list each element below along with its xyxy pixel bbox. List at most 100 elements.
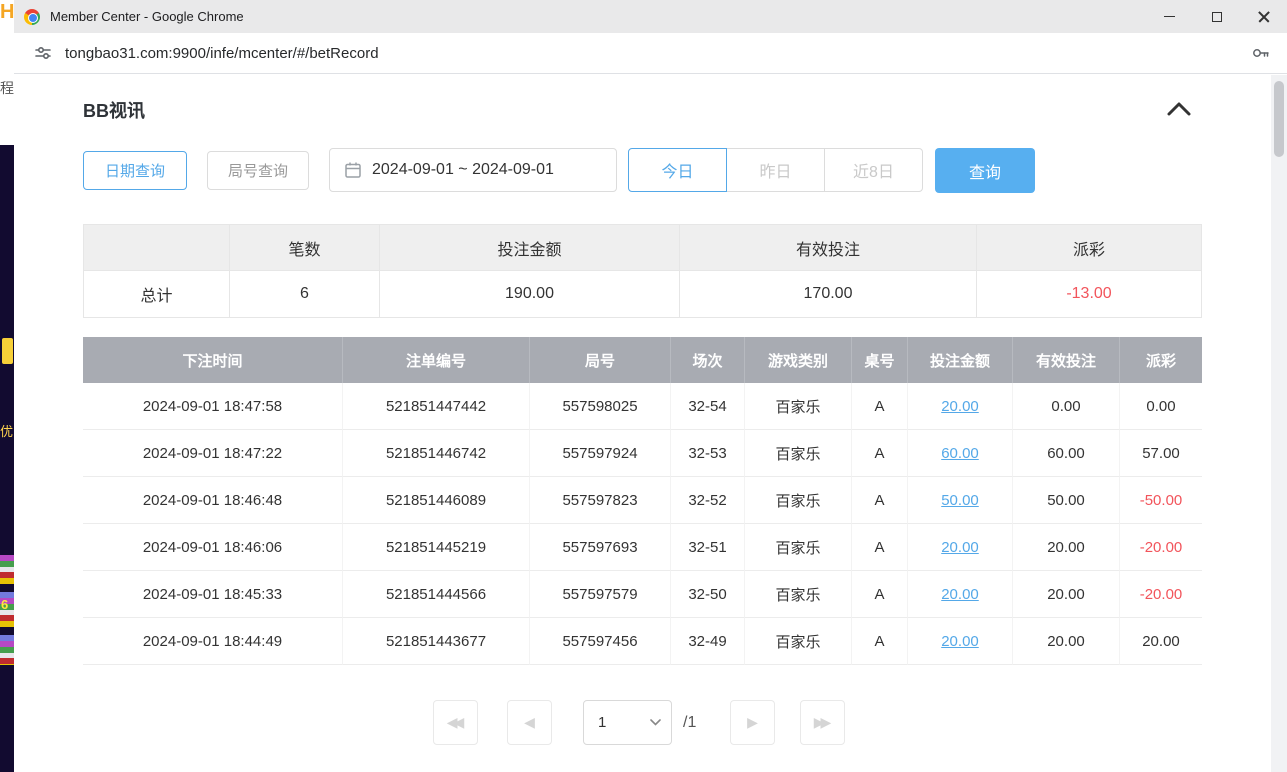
cell-bet-id: 521851443677: [343, 618, 530, 665]
cell-payout: -20.00: [1120, 524, 1202, 571]
date-range-input[interactable]: 2024-09-01 ~ 2024-09-01: [329, 148, 617, 192]
cell-game: 百家乐: [745, 430, 852, 477]
cell-session: 32-51: [671, 524, 745, 571]
cell-time: 2024-09-01 18:47:22: [83, 430, 343, 477]
cell-valid: 20.00: [1013, 571, 1120, 618]
summary-total-row: 总计 6 190.00 170.00 -13.00: [83, 271, 1202, 318]
round-query-tab[interactable]: 局号查询: [207, 151, 309, 190]
cell-valid: 0.00: [1013, 383, 1120, 430]
col-bet-time: 下注时间: [83, 337, 343, 383]
col-valid-bet: 有效投注: [1013, 337, 1120, 383]
summary-header-payout: 派彩: [977, 224, 1202, 271]
cell-session: 32-53: [671, 430, 745, 477]
background-text-fragment: 优: [0, 421, 13, 440]
cell-table: A: [852, 430, 908, 477]
summary-valid-value: 170.00: [680, 271, 977, 318]
summary-payout-value: -13.00: [977, 271, 1202, 318]
chrome-icon: [24, 9, 40, 25]
bet-records-table: 下注时间 注单编号 局号 场次 游戏类别 桌号 投注金额 有效投注 派彩 202…: [83, 337, 1202, 665]
cell-valid: 20.00: [1013, 524, 1120, 571]
bet-amount-link[interactable]: 20.00: [941, 539, 979, 556]
summary-total-label: 总计: [83, 271, 230, 318]
collapse-chevron-up-icon[interactable]: [1166, 101, 1192, 122]
cell-time: 2024-09-01 18:46:48: [83, 477, 343, 524]
cell-game: 百家乐: [745, 618, 852, 665]
cell-bet-id: 521851444566: [343, 571, 530, 618]
cell-round: 557597456: [530, 618, 671, 665]
col-session: 场次: [671, 337, 745, 383]
page-total-label: /1: [683, 700, 696, 745]
password-key-icon[interactable]: [1251, 43, 1271, 63]
cell-payout: -50.00: [1120, 477, 1202, 524]
cell-payout: 20.00: [1120, 618, 1202, 665]
close-button[interactable]: [1240, 0, 1287, 33]
col-round: 局号: [530, 337, 671, 383]
page-select[interactable]: 1: [583, 700, 672, 745]
summary-table: 笔数 投注金额 有效投注 派彩 总计 6 190.00 170.00 -13.0…: [83, 224, 1202, 318]
cell-table: A: [852, 477, 908, 524]
maximize-button[interactable]: [1193, 0, 1240, 33]
cell-round: 557598025: [530, 383, 671, 430]
calendar-icon: [344, 161, 362, 179]
panel-title: BB视讯: [83, 97, 145, 123]
background-text-fragment: H: [0, 1, 14, 24]
cell-table: A: [852, 618, 908, 665]
url-text[interactable]: tongbao31.com:9900/infe/mcenter/#/betRec…: [65, 45, 379, 62]
cell-session: 32-49: [671, 618, 745, 665]
cell-table: A: [852, 524, 908, 571]
next-page-button[interactable]: ▶: [730, 700, 775, 745]
cell-valid: 50.00: [1013, 477, 1120, 524]
cell-time: 2024-09-01 18:45:33: [83, 571, 343, 618]
scrollbar-thumb[interactable]: [1274, 81, 1284, 157]
table-row: 2024-09-01 18:44:49 521851443677 5575974…: [83, 618, 1202, 665]
minimize-button[interactable]: [1146, 0, 1193, 33]
cell-round: 557597823: [530, 477, 671, 524]
yesterday-button[interactable]: 昨日: [726, 148, 825, 192]
background-text-fragment: 程: [0, 78, 14, 98]
table-row: 2024-09-01 18:47:22 521851446742 5575979…: [83, 430, 1202, 477]
summary-count-value: 6: [230, 271, 380, 318]
search-button[interactable]: 查询: [935, 148, 1035, 193]
vertical-scrollbar[interactable]: [1271, 75, 1287, 772]
col-bet-amount: 投注金额: [908, 337, 1013, 383]
date-range-value: 2024-09-01 ~ 2024-09-01: [372, 161, 554, 179]
background-text-fragment: 6: [1, 597, 8, 612]
bet-amount-link[interactable]: 60.00: [941, 445, 979, 462]
bet-amount-link[interactable]: 50.00: [941, 492, 979, 509]
col-game-type: 游戏类别: [745, 337, 852, 383]
site-settings-icon[interactable]: [34, 44, 52, 62]
date-query-tab[interactable]: 日期查询: [83, 151, 187, 190]
background-artifact: [2, 338, 13, 364]
col-bet-id: 注单编号: [343, 337, 530, 383]
cell-payout: 0.00: [1120, 383, 1202, 430]
prev-page-button[interactable]: ◀: [507, 700, 552, 745]
col-payout: 派彩: [1120, 337, 1202, 383]
cell-game: 百家乐: [745, 383, 852, 430]
cell-table: A: [852, 383, 908, 430]
last-8-days-button[interactable]: 近8日: [824, 148, 923, 192]
summary-header-count: 笔数: [230, 224, 380, 271]
window-titlebar: Member Center - Google Chrome: [14, 0, 1287, 33]
today-button[interactable]: 今日: [628, 148, 727, 192]
cell-round: 557597693: [530, 524, 671, 571]
bet-amount-link[interactable]: 20.00: [941, 586, 979, 603]
window-title: Member Center - Google Chrome: [50, 9, 244, 24]
cell-time: 2024-09-01 18:47:58: [83, 383, 343, 430]
cell-bet-id: 521851447442: [343, 383, 530, 430]
cell-time: 2024-09-01 18:44:49: [83, 618, 343, 665]
summary-header-row: 笔数 投注金额 有效投注 派彩: [83, 224, 1202, 271]
background-dark-area: 优 6: [0, 145, 14, 772]
page-select-value: 1: [598, 714, 606, 731]
cell-table: A: [852, 571, 908, 618]
cell-session: 32-52: [671, 477, 745, 524]
background-window-sliver: H 程 优 6: [0, 0, 14, 772]
cell-round: 557597924: [530, 430, 671, 477]
cell-bet-id: 521851446742: [343, 430, 530, 477]
col-table: 桌号: [852, 337, 908, 383]
page-content: BB视讯 日期查询 局号查询 2024-09-01 ~ 2024-09-01 今…: [14, 75, 1271, 772]
bet-amount-link[interactable]: 20.00: [941, 398, 979, 415]
cell-valid: 60.00: [1013, 430, 1120, 477]
bet-amount-link[interactable]: 20.00: [941, 633, 979, 650]
first-page-button[interactable]: ◀◀: [433, 700, 478, 745]
last-page-button[interactable]: ▶▶: [800, 700, 845, 745]
